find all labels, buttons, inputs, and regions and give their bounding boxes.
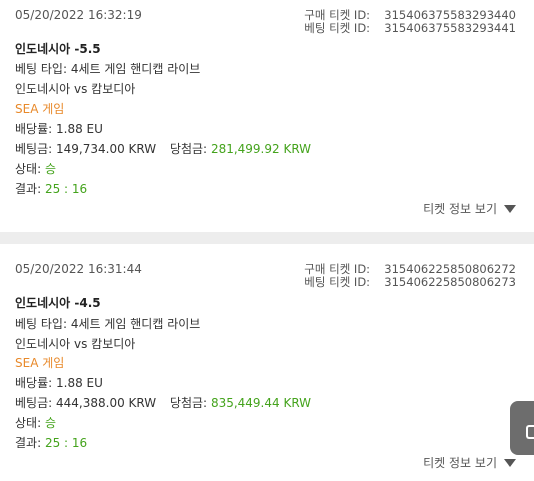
view-ticket-details-label: 티켓 정보 보기	[423, 456, 497, 470]
ticket-card: 05/20/2022 16:31:44 구매 티켓 ID: 3154062258…	[0, 244, 534, 481]
bet-id-value: 315406225850806273	[384, 275, 516, 289]
win-value: 281,499.92 KRW	[210, 142, 312, 156]
odds-row: 배당률: 1.88 EU	[15, 374, 103, 391]
result-value: 25 : 16	[44, 182, 88, 196]
bet-type: 베팅 타입: 4세트 게임 핸디캡 라이브	[15, 317, 201, 331]
status-label: 상태:	[15, 162, 42, 176]
status-label: 상태:	[15, 416, 42, 430]
match-name: 인도네시아 vs 캄보디아	[15, 337, 136, 351]
stake-row: 베팅금: 444,388.00 KRW 당첨금: 835,449.44 KRW	[15, 394, 311, 411]
bet-id-label: 베팅 티켓 ID:	[304, 275, 371, 289]
result-value: 25 : 16	[44, 436, 88, 450]
result-row: 결과: 25 : 16	[15, 434, 87, 451]
ticket-divider	[0, 232, 534, 244]
odds-row: 배당률: 1.88 EU	[15, 120, 103, 137]
view-ticket-details-button[interactable]: 티켓 정보 보기	[423, 454, 516, 471]
stake-label: 베팅금:	[15, 396, 53, 410]
stake-value: 149,734.00 KRW	[56, 142, 157, 156]
bet-selection-title: 인도네시아 -4.5	[15, 296, 101, 310]
odds-label: 배당률:	[15, 376, 53, 390]
league-name: SEA 게임	[15, 356, 65, 370]
match-name: 인도네시아 vs 캄보디아	[15, 82, 136, 96]
stake-row: 베팅금: 149,734.00 KRW 당첨금: 281,499.92 KRW	[15, 140, 311, 157]
odds-label: 배당률:	[15, 122, 53, 136]
odds-value: 1.88 EU	[56, 122, 103, 136]
status-row: 상태: 승	[15, 160, 56, 177]
odds-value: 1.88 EU	[56, 376, 103, 390]
bet-id-value: 315406375583293441	[384, 21, 516, 35]
ticket-ids: 구매 티켓 ID: 315406375583293440 베팅 티켓 ID: 3…	[304, 9, 516, 35]
triangle-down-icon	[504, 458, 516, 467]
bet-id-label: 베팅 티켓 ID:	[304, 21, 371, 35]
result-label: 결과:	[15, 436, 42, 450]
ticket-date: 05/20/2022 16:31:44	[15, 262, 142, 276]
ticket-date: 05/20/2022 16:32:19	[15, 8, 142, 22]
side-tab-icon	[526, 425, 534, 439]
bet-type: 베팅 타입: 4세트 게임 핸디캡 라이브	[15, 62, 201, 76]
status-value: 승	[44, 162, 56, 176]
win-value: 835,449.44 KRW	[210, 396, 312, 410]
win-label: 당첨금:	[169, 142, 208, 156]
win-label: 당첨금:	[169, 396, 208, 410]
bet-selection-title: 인도네시아 -5.5	[15, 42, 101, 56]
league-name: SEA 게임	[15, 102, 65, 116]
ticket-ids: 구매 티켓 ID: 315406225850806272 베팅 티켓 ID: 3…	[304, 263, 516, 289]
result-row: 결과: 25 : 16	[15, 180, 87, 197]
side-tab-button[interactable]	[510, 401, 534, 455]
status-row: 상태: 승	[15, 414, 56, 431]
stake-value: 444,388.00 KRW	[56, 396, 157, 410]
view-ticket-details-label: 티켓 정보 보기	[423, 202, 497, 216]
view-ticket-details-button[interactable]: 티켓 정보 보기	[423, 200, 516, 217]
status-value: 승	[44, 416, 56, 430]
triangle-down-icon	[504, 204, 516, 213]
result-label: 결과:	[15, 182, 42, 196]
ticket-card: 05/20/2022 16:32:19 구매 티켓 ID: 3154063755…	[0, 0, 534, 232]
stake-label: 베팅금:	[15, 142, 53, 156]
